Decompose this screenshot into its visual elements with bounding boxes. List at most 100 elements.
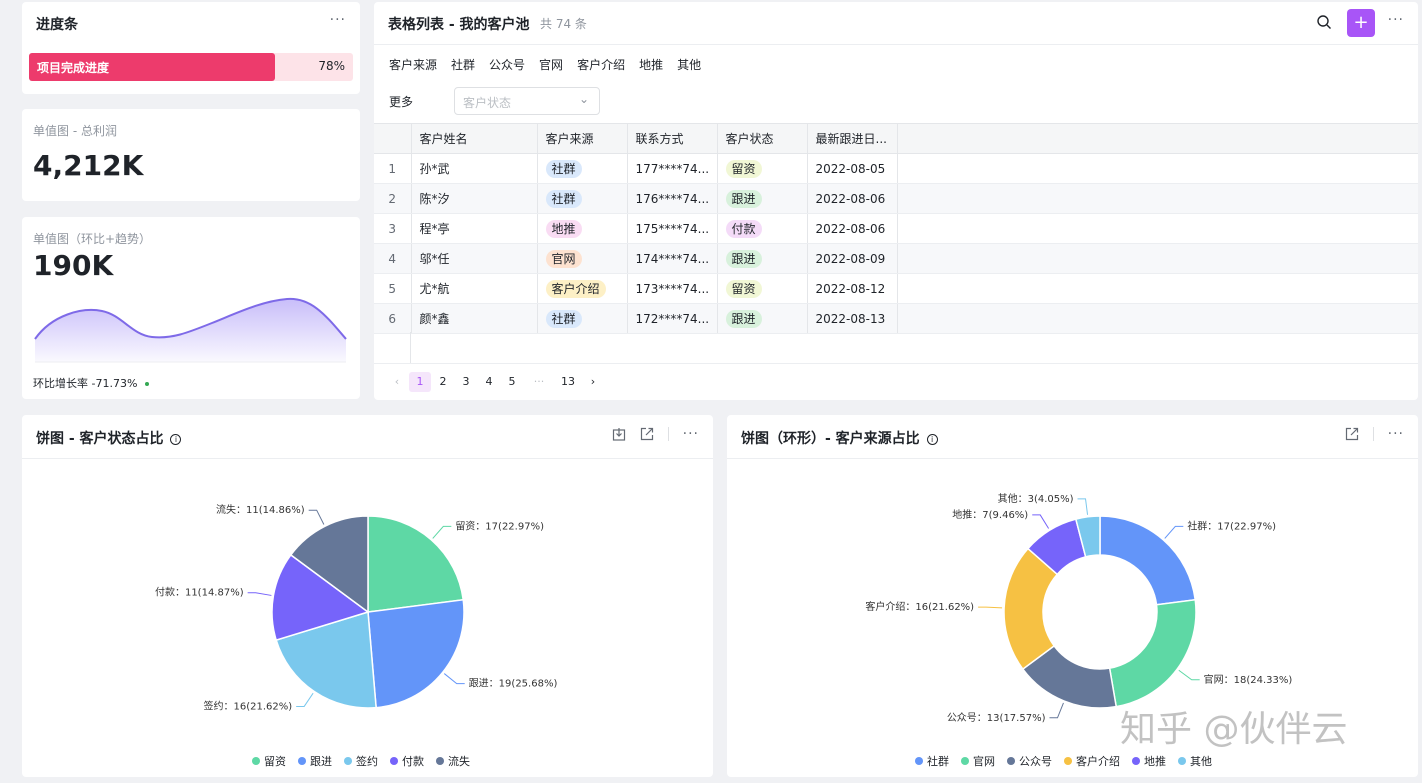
slice-label: 官网：18(24.33%) bbox=[1204, 673, 1293, 686]
filler-cell bbox=[897, 273, 1418, 304]
date-cell: 2022-08-12 bbox=[815, 281, 886, 296]
prev-page-icon[interactable]: ‹ bbox=[386, 372, 408, 392]
column-header[interactable]: 客户来源 bbox=[537, 123, 628, 154]
column-header[interactable]: 客户姓名 bbox=[411, 123, 538, 154]
legend-item[interactable]: 付款 bbox=[390, 753, 424, 769]
status-tag: 留资 bbox=[725, 159, 762, 178]
legend-label: 流失 bbox=[448, 755, 470, 768]
legend-item[interactable]: 留资 bbox=[252, 753, 286, 769]
status-select[interactable]: 客户状态 ⌄ bbox=[454, 87, 600, 115]
filter-chip[interactable]: 其他 bbox=[677, 56, 701, 73]
source-tag: 社群 bbox=[545, 189, 582, 208]
legend-item[interactable]: 流失 bbox=[436, 753, 470, 769]
filler-cell bbox=[897, 243, 1418, 274]
progress-title: 进度条 bbox=[36, 17, 78, 33]
progress-bar: 项目完成进度 78% bbox=[29, 53, 353, 81]
slice-label: 社群：17(22.97%) bbox=[1187, 519, 1276, 532]
table-row[interactable]: 6 颜*鑫 社群 172****74... 跟进 2022-08-13 bbox=[374, 303, 1418, 334]
page-button[interactable]: 2 bbox=[432, 372, 454, 392]
row-index-cell: 6 bbox=[374, 303, 412, 334]
status-tag-cell: 付款 bbox=[717, 213, 808, 244]
slice-label: 跟进：19(25.68%) bbox=[469, 678, 558, 690]
leader-line bbox=[1178, 669, 1200, 681]
page-button[interactable]: 5 bbox=[501, 372, 523, 392]
pie-slice[interactable] bbox=[1099, 515, 1197, 606]
status-tag-cell: 跟进 bbox=[717, 303, 808, 334]
leader-line bbox=[1077, 498, 1089, 515]
row-index-cell: 4 bbox=[374, 243, 412, 274]
filter-chip[interactable]: 地推 bbox=[639, 56, 663, 73]
legend-item[interactable]: 官网 bbox=[961, 753, 995, 769]
table-row[interactable]: 2 陈*汐 社群 176****74... 跟进 2022-08-06 bbox=[374, 183, 1418, 214]
index-header bbox=[374, 123, 412, 154]
row-index-cell: 1 bbox=[374, 153, 412, 184]
legend-label: 官网 bbox=[973, 755, 995, 768]
table-row[interactable]: 3 程*亭 地推 175****74... 付款 2022-08-06 bbox=[374, 213, 1418, 244]
legend-item[interactable]: 跟进 bbox=[298, 753, 332, 769]
customer-name-cell: 陈*汐 bbox=[411, 183, 538, 214]
leader-line bbox=[296, 692, 314, 707]
row-index-cell: 3 bbox=[374, 213, 412, 244]
trend-label: 单值图（环比+趋势） bbox=[33, 232, 152, 246]
pie-slice[interactable] bbox=[1108, 598, 1197, 708]
green-dot-icon bbox=[145, 382, 150, 386]
table-row[interactable]: 1 孙*武 社群 177****74... 留资 2022-08-05 bbox=[374, 153, 1418, 184]
leader-line bbox=[443, 673, 465, 685]
legend-item[interactable]: 地推 bbox=[1132, 753, 1166, 769]
legend-item[interactable]: 客户介绍 bbox=[1064, 753, 1120, 769]
pie-slice[interactable] bbox=[367, 598, 465, 709]
add-record-button[interactable]: + bbox=[1347, 9, 1375, 37]
profit-card: 单值图 - 总利润 4,212K bbox=[22, 109, 360, 201]
progress-fill: 项目完成进度 bbox=[29, 53, 276, 81]
progress-more-icon[interactable]: ··· bbox=[330, 12, 346, 28]
customer-name: 程*亭 bbox=[419, 222, 450, 236]
filler-cell bbox=[897, 213, 1418, 244]
legend-label: 付款 bbox=[402, 755, 424, 768]
column-header[interactable]: 联系方式 bbox=[627, 123, 718, 154]
trend-value: 190K bbox=[33, 249, 114, 282]
pie-slice[interactable] bbox=[367, 515, 465, 613]
status-tag: 留资 bbox=[725, 279, 762, 298]
slice-label: 流失：11(14.86%) bbox=[216, 503, 305, 516]
date-cell: 2022-08-06 bbox=[815, 191, 886, 206]
table-row[interactable]: 4 邬*任 官网 174****74... 跟进 2022-08-09 bbox=[374, 243, 1418, 274]
status-tag: 跟进 bbox=[725, 189, 762, 208]
source-tag: 社群 bbox=[545, 159, 582, 178]
trend-footer: 环比增长率 -71.73% bbox=[33, 375, 150, 391]
legend-item[interactable]: 签约 bbox=[344, 753, 378, 769]
leader-line bbox=[247, 592, 272, 596]
row-index: 6 bbox=[388, 311, 397, 326]
page-button[interactable]: 3 bbox=[455, 372, 477, 392]
filter-chip[interactable]: 公众号 bbox=[489, 56, 525, 73]
table-row[interactable]: 5 尤*航 客户介绍 173****74... 留资 2022-08-12 bbox=[374, 273, 1418, 304]
page-ellipsis[interactable]: ··· bbox=[524, 372, 554, 392]
filler-cell bbox=[897, 153, 1418, 184]
page-button[interactable]: 4 bbox=[478, 372, 500, 392]
legend-label: 留资 bbox=[264, 755, 286, 768]
trend-growth-text: 环比增长率 -71.73% bbox=[33, 377, 138, 390]
legend-dot-icon bbox=[915, 757, 923, 765]
pagination: ‹ 1 2 3 4 5 ··· 13 › bbox=[386, 372, 605, 392]
source-tag-cell: 社群 bbox=[537, 303, 628, 334]
slice-label: 签约：16(21.62%) bbox=[203, 699, 292, 712]
legend-item[interactable]: 公众号 bbox=[1007, 753, 1052, 769]
next-page-icon[interactable]: › bbox=[582, 372, 604, 392]
source-tag: 客户介绍 bbox=[545, 279, 606, 298]
filter-chip[interactable]: 社群 bbox=[451, 56, 475, 73]
leader-line bbox=[1032, 514, 1050, 529]
column-header[interactable]: 最新跟进日... bbox=[807, 123, 898, 154]
legend-item[interactable]: 社群 bbox=[915, 753, 949, 769]
page-button[interactable]: 13 bbox=[555, 372, 581, 392]
column-header[interactable]: 客户状态 bbox=[717, 123, 808, 154]
page-button[interactable]: 1 bbox=[409, 372, 431, 392]
filter-chip[interactable]: 客户介绍 bbox=[577, 56, 625, 73]
legend-item[interactable]: 其他 bbox=[1178, 753, 1212, 769]
source-tag-cell: 客户介绍 bbox=[537, 273, 628, 304]
pie-legend: 留资 跟进 签约 付款 流失 bbox=[252, 753, 470, 769]
row-index: 2 bbox=[388, 191, 397, 206]
search-icon[interactable] bbox=[1316, 14, 1332, 30]
table-more-icon[interactable]: ··· bbox=[1388, 12, 1404, 28]
progress-percent: 78% bbox=[318, 59, 345, 73]
filter-chip[interactable]: 官网 bbox=[539, 56, 563, 73]
customer-name-cell: 颜*鑫 bbox=[411, 303, 538, 334]
